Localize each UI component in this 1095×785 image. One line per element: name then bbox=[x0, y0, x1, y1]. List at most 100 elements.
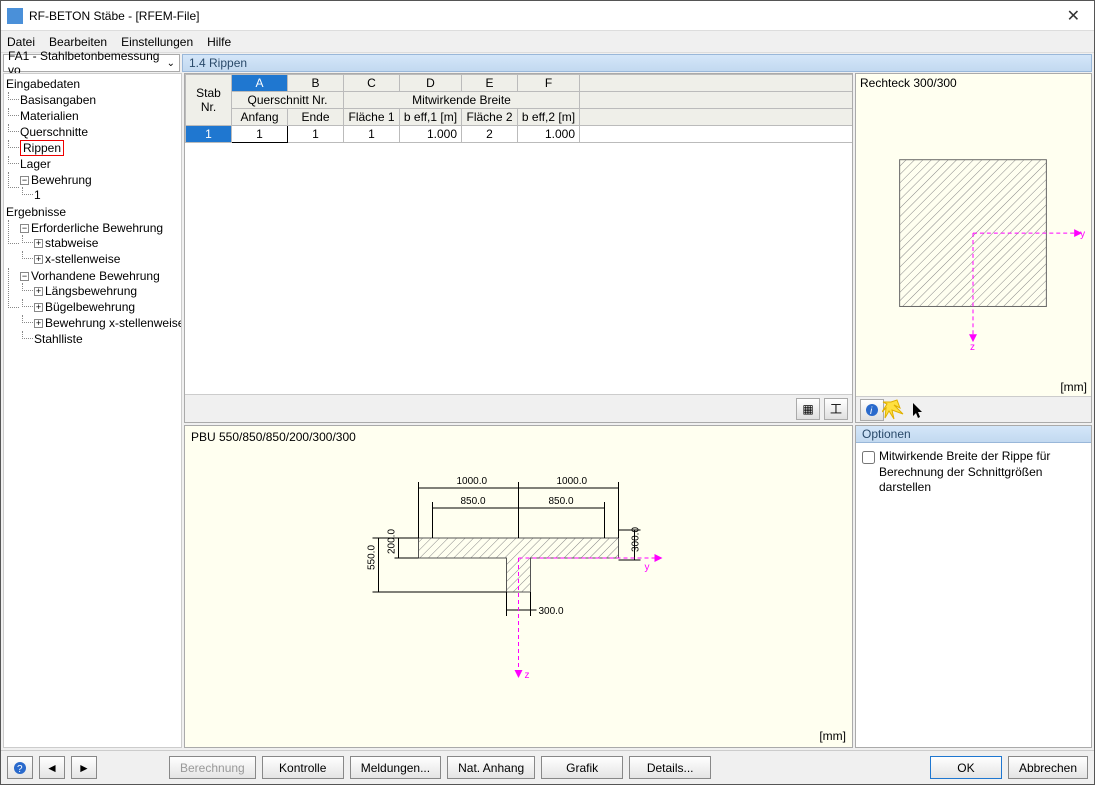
collapse-icon: − bbox=[20, 176, 29, 185]
tree-item-bew-x[interactable]: +Bewehrung x-stellenweise bbox=[34, 315, 179, 331]
tree-heading-input: Eingabedaten bbox=[6, 76, 179, 92]
cancel-button[interactable]: Abbrechen bbox=[1008, 756, 1088, 779]
app-icon bbox=[7, 8, 23, 24]
effective-width-label[interactable]: Mitwirkende Breite der Rippe für Berechn… bbox=[879, 449, 1085, 496]
case-dropdown[interactable]: FA1 - Stahlbetonbemessung vo ⌄ bbox=[3, 54, 180, 72]
title-bar: RF-BETON Stäbe - [RFEM-File] ✕ bbox=[1, 1, 1094, 31]
check-button[interactable]: Kontrolle bbox=[262, 756, 344, 779]
tree-item-stahlliste[interactable]: Stahlliste bbox=[34, 331, 179, 347]
details-button[interactable]: Details... bbox=[629, 756, 711, 779]
col-beff2[interactable]: b eff,2 [m] bbox=[518, 109, 580, 126]
options-header: Optionen bbox=[856, 426, 1091, 443]
svg-text:y: y bbox=[1080, 229, 1085, 240]
cell-flaeche1[interactable]: 1 bbox=[344, 126, 400, 143]
svg-text:?: ? bbox=[17, 764, 23, 775]
tree-item-materialien[interactable]: Materialien bbox=[20, 108, 179, 124]
expand-icon: + bbox=[34, 303, 43, 312]
effective-width-checkbox[interactable] bbox=[862, 451, 875, 464]
cell-flaeche2[interactable]: 2 bbox=[462, 126, 518, 143]
tree-item-bewehrung[interactable]: −Bewehrung 1 bbox=[20, 172, 179, 204]
cell-row-nr[interactable]: 1 bbox=[186, 126, 232, 143]
col-letter-e[interactable]: E bbox=[462, 75, 518, 92]
svg-text:850.0: 850.0 bbox=[461, 496, 486, 507]
cross-section-library-button[interactable]: ▦ bbox=[796, 398, 820, 420]
col-group-querschnitt: Querschnitt Nr. bbox=[232, 92, 344, 109]
preview-unit: [mm] bbox=[1060, 380, 1087, 394]
menu-edit[interactable]: Bearbeiten bbox=[49, 35, 107, 49]
expand-icon: + bbox=[34, 319, 43, 328]
tree-item-existing-reinf[interactable]: −Vorhandene Bewehrung +Längsbewehrung +B… bbox=[20, 268, 179, 348]
tree-item-buegel[interactable]: +Bügelbewehrung bbox=[34, 299, 179, 315]
col-flaeche1[interactable]: Fläche 1 bbox=[344, 109, 400, 126]
ribs-table[interactable]: Stab Nr. A B C D E F Querschnitt Nr. Mit… bbox=[185, 74, 852, 143]
tree-item-required-reinf[interactable]: −Erforderliche Bewehrung +stabweise +x-s… bbox=[20, 220, 179, 268]
tree-heading-results: Ergebnisse bbox=[6, 204, 179, 220]
info-button[interactable]: i bbox=[860, 399, 884, 421]
cell-beff2[interactable]: 1.000 bbox=[518, 126, 580, 143]
tree-item-bewehrung-1[interactable]: 1 bbox=[34, 187, 179, 203]
messages-button[interactable]: Meldungen... bbox=[350, 756, 441, 779]
data-grid-panel: Stab Nr. A B C D E F Querschnitt Nr. Mit… bbox=[184, 73, 853, 423]
tree-item-lager[interactable]: Lager bbox=[20, 156, 179, 172]
svg-text:550.0: 550.0 bbox=[367, 545, 378, 570]
col-stab-nr: Stab Nr. bbox=[186, 75, 232, 126]
svg-text:300.0: 300.0 bbox=[539, 606, 564, 617]
footer-bar: ? ◄ ► Berechnung Kontrolle Meldungen... … bbox=[1, 750, 1094, 784]
cross-section-preview: Rechteck 300/300 y z [mm] bbox=[855, 73, 1092, 423]
svg-text:200.0: 200.0 bbox=[387, 529, 398, 554]
col-group-breite: Mitwirkende Breite bbox=[344, 92, 580, 109]
svg-text:z: z bbox=[970, 342, 975, 353]
cursor-icon bbox=[912, 402, 926, 418]
cell-anfang[interactable]: 1 bbox=[232, 126, 288, 143]
svg-text:1000.0: 1000.0 bbox=[457, 476, 488, 487]
expand-icon: + bbox=[34, 287, 43, 296]
menu-settings[interactable]: Einstellungen bbox=[121, 35, 193, 49]
expand-icon: + bbox=[34, 255, 43, 264]
ok-button[interactable]: OK bbox=[930, 756, 1002, 779]
cross-section-info-button[interactable]: 工 bbox=[824, 398, 848, 420]
preview-title: Rechteck 300/300 bbox=[856, 74, 1091, 92]
highlight-star-icon bbox=[882, 397, 912, 423]
calculation-button[interactable]: Berechnung bbox=[169, 756, 256, 779]
tree-item-stabweise[interactable]: +stabweise bbox=[34, 235, 179, 251]
close-icon[interactable]: ✕ bbox=[1059, 6, 1088, 26]
col-flaeche2[interactable]: Fläche 2 bbox=[462, 109, 518, 126]
tree-item-querschnitte[interactable]: Querschnitte bbox=[20, 124, 179, 140]
prev-table-button[interactable]: ◄ bbox=[39, 756, 65, 779]
svg-text:300.0: 300.0 bbox=[631, 527, 642, 552]
tree-item-basisangaben[interactable]: Basisangaben bbox=[20, 92, 179, 108]
table-row[interactable]: 1 1 1 1 1.000 2 1.000 bbox=[186, 126, 853, 143]
navigator-tree[interactable]: Eingabedaten Basisangaben Materialien Qu… bbox=[3, 73, 182, 748]
svg-text:z: z bbox=[525, 670, 530, 681]
collapse-icon: − bbox=[20, 224, 29, 233]
menu-file[interactable]: Datei bbox=[7, 35, 35, 49]
col-letter-a[interactable]: A bbox=[232, 75, 288, 92]
col-letter-c[interactable]: C bbox=[344, 75, 400, 92]
col-letter-d[interactable]: D bbox=[400, 75, 462, 92]
collapse-icon: − bbox=[20, 272, 29, 281]
t-section-panel: PBU 550/850/850/200/300/300 1000.0 1000.… bbox=[184, 425, 853, 748]
svg-text:850.0: 850.0 bbox=[549, 496, 574, 507]
chevron-down-icon: ⌄ bbox=[167, 58, 175, 69]
col-anfang[interactable]: Anfang bbox=[232, 109, 288, 126]
col-beff1[interactable]: b eff,1 [m] bbox=[400, 109, 462, 126]
national-annex-button[interactable]: Nat. Anhang bbox=[447, 756, 535, 779]
cell-beff1[interactable]: 1.000 bbox=[400, 126, 462, 143]
cell-ende[interactable]: 1 bbox=[288, 126, 344, 143]
graphic-button[interactable]: Grafik bbox=[541, 756, 623, 779]
col-letter-f[interactable]: F bbox=[518, 75, 580, 92]
col-letter-b[interactable]: B bbox=[288, 75, 344, 92]
help-button[interactable]: ? bbox=[7, 756, 33, 779]
tree-item-laengs[interactable]: +Längsbewehrung bbox=[34, 283, 179, 299]
section-unit: [mm] bbox=[819, 729, 846, 743]
expand-icon: + bbox=[34, 239, 43, 248]
svg-text:1000.0: 1000.0 bbox=[557, 476, 588, 487]
svg-text:y: y bbox=[645, 562, 650, 573]
window-title: RF-BETON Stäbe - [RFEM-File] bbox=[29, 9, 1059, 23]
menu-help[interactable]: Hilfe bbox=[207, 35, 231, 49]
tree-item-xstellenweise[interactable]: +x-stellenweise bbox=[34, 251, 179, 267]
tree-item-rippen[interactable]: Rippen bbox=[20, 140, 179, 156]
page-heading: 1.4 Rippen bbox=[182, 54, 1092, 72]
next-table-button[interactable]: ► bbox=[71, 756, 97, 779]
col-ende[interactable]: Ende bbox=[288, 109, 344, 126]
